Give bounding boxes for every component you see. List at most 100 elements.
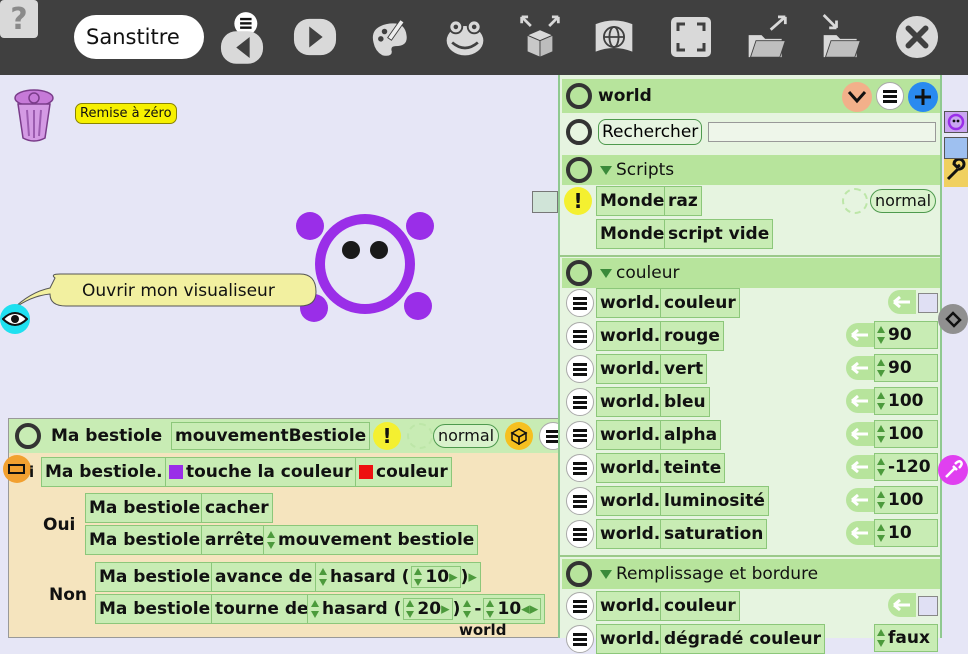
no-row-1-cmd[interactable]: avance de [211, 562, 317, 592]
test-toggle-icon[interactable] [3, 455, 31, 483]
previous-project-button[interactable] [220, 12, 264, 64]
paint-button[interactable] [368, 14, 412, 60]
script-row-1-owner[interactable]: Monde [596, 186, 669, 216]
scripts-menu-icon[interactable] [566, 157, 592, 183]
color-row-prop[interactable]: vert [660, 354, 708, 384]
tag-icon[interactable] [938, 304, 968, 334]
install-icon[interactable] [505, 422, 533, 450]
script-run-button[interactable]: ! [564, 187, 592, 215]
color-row-value[interactable]: 100 [874, 420, 938, 448]
no-row-2-expr[interactable]: hasard (20 ▸) -10 ◂▸ [307, 594, 546, 624]
color-row-owner[interactable]: world. [596, 387, 665, 417]
sprite-thumbnail[interactable] [944, 111, 968, 133]
search-input[interactable] [708, 122, 936, 142]
red-swatch[interactable] [359, 465, 373, 479]
color-row-owner[interactable]: world. [596, 486, 665, 516]
fill-menu-icon[interactable] [566, 561, 592, 587]
script-row-1-cmd[interactable]: raz [664, 186, 702, 216]
fill-row-1-set-arrow[interactable] [888, 593, 916, 617]
run-once-button[interactable]: ! [373, 422, 401, 450]
script-row-2-owner[interactable]: Monde [596, 219, 669, 249]
color-section-title[interactable]: couleur [600, 263, 679, 283]
fill-color-swatch[interactable] [918, 596, 938, 616]
no-row-1-num-field[interactable]: 10 ▸ [411, 566, 461, 588]
color-row-menu-icon[interactable] [566, 322, 594, 350]
no-row-2-owner[interactable]: Ma bestiole [95, 594, 215, 624]
open-project-button[interactable] [820, 14, 864, 60]
color-row-menu-icon[interactable] [566, 454, 594, 482]
script-row-2-cmd[interactable]: script vide [664, 219, 774, 249]
color-row-value[interactable]: 90 [874, 321, 938, 349]
scripts-section-title[interactable]: Scripts [600, 160, 674, 180]
fill-row-1-prop[interactable]: couleur [660, 591, 740, 621]
eye-icon[interactable] [0, 304, 30, 334]
color-row-set-arrow[interactable] [846, 455, 874, 479]
script-rate-selector[interactable]: normal [433, 424, 500, 448]
color-row-value[interactable]: 90 [874, 354, 938, 382]
script-menu-icon[interactable] [15, 423, 41, 449]
color-row-prop[interactable]: luminosité [660, 486, 769, 516]
color-row-menu-icon[interactable] [566, 487, 594, 515]
search-menu-icon[interactable] [566, 119, 592, 145]
fill-row-1-owner[interactable]: world. [596, 591, 665, 621]
color-row-set-arrow[interactable] [846, 389, 874, 413]
object-catalog-button[interactable] [518, 14, 562, 60]
fullscreen-button[interactable] [669, 14, 713, 60]
color-row-menu-icon[interactable] [566, 355, 594, 383]
if-condition-tile[interactable]: touche la couleur [165, 457, 357, 487]
viewer-options-icon[interactable] [876, 82, 904, 110]
fill-row-2-prop[interactable]: dégradé couleur [660, 624, 826, 654]
color-row-value[interactable]: -120 [874, 453, 938, 481]
wrench-icon[interactable] [944, 157, 968, 187]
script-row-1-rate[interactable]: normal [870, 189, 937, 213]
yes-row-1-cmd[interactable]: cacher [201, 493, 273, 523]
add-icon[interactable] [908, 82, 938, 112]
help-button[interactable]: ? [0, 0, 38, 38]
clock-icon[interactable] [407, 423, 433, 449]
color-row-set-arrow[interactable] [846, 323, 874, 347]
color-row-set-arrow[interactable] [846, 521, 874, 545]
no-row-2-num2-field[interactable]: 10 ◂▸ [483, 598, 542, 620]
supplies-button[interactable] [443, 14, 487, 60]
color-swatch[interactable] [918, 293, 938, 313]
color-row-set-arrow[interactable] [846, 356, 874, 380]
viewer-menu-icon[interactable] [566, 83, 592, 109]
fill-section-title[interactable]: Remplissage et bordure [600, 564, 818, 584]
color-row-prop[interactable]: alpha [660, 420, 722, 450]
color-row-value[interactable]: 10 [874, 519, 938, 547]
color-row-menu-icon[interactable] [566, 421, 594, 449]
script-name-field[interactable]: mouvementBestiole [171, 422, 371, 450]
fill-row-2-owner[interactable]: world. [596, 624, 665, 654]
color-row-prop[interactable]: rouge [660, 321, 724, 351]
quit-button[interactable] [895, 14, 939, 60]
color-row-prop[interactable]: teinte [660, 453, 726, 483]
yes-row-2-owner[interactable]: Ma bestiole [85, 525, 205, 555]
if-owner-tile[interactable]: Ma bestiole. [41, 457, 167, 487]
color-row-prop[interactable]: couleur [660, 288, 740, 318]
color-row-owner[interactable]: world. [596, 519, 665, 549]
color-row-set-arrow[interactable] [888, 290, 916, 314]
search-button[interactable]: Rechercher [598, 119, 703, 145]
color-row-owner[interactable]: world. [596, 288, 665, 318]
color-menu-icon[interactable] [566, 260, 592, 286]
trash-can-icon[interactable] [13, 88, 59, 148]
save-project-button[interactable] [745, 14, 789, 60]
color-row-prop[interactable]: bleu [660, 387, 710, 417]
project-title-field[interactable]: Sanstitre [74, 15, 204, 59]
world-thumbnail[interactable] [532, 191, 558, 213]
yes-row-2-cmd[interactable]: arrête [201, 525, 269, 555]
fill-row-1-menu-icon[interactable] [566, 592, 594, 620]
reset-button[interactable]: Remise à zéro [75, 103, 177, 124]
share-web-button[interactable] [592, 14, 636, 60]
no-row-2-op[interactable]: - [474, 599, 481, 619]
world-thumbnail-small[interactable] [944, 137, 968, 159]
clock-icon[interactable] [842, 188, 868, 214]
color-row-owner[interactable]: world. [596, 420, 665, 450]
color-row-menu-icon[interactable] [566, 388, 594, 416]
fill-row-2-value[interactable]: faux [874, 624, 938, 652]
color-row-menu-icon[interactable] [566, 520, 594, 548]
no-row-2-cmd[interactable]: tourne de [211, 594, 313, 624]
color-row-owner[interactable]: world. [596, 354, 665, 384]
chevron-down-icon[interactable] [842, 82, 872, 112]
yes-row-1-owner[interactable]: Ma bestiole [85, 493, 205, 523]
